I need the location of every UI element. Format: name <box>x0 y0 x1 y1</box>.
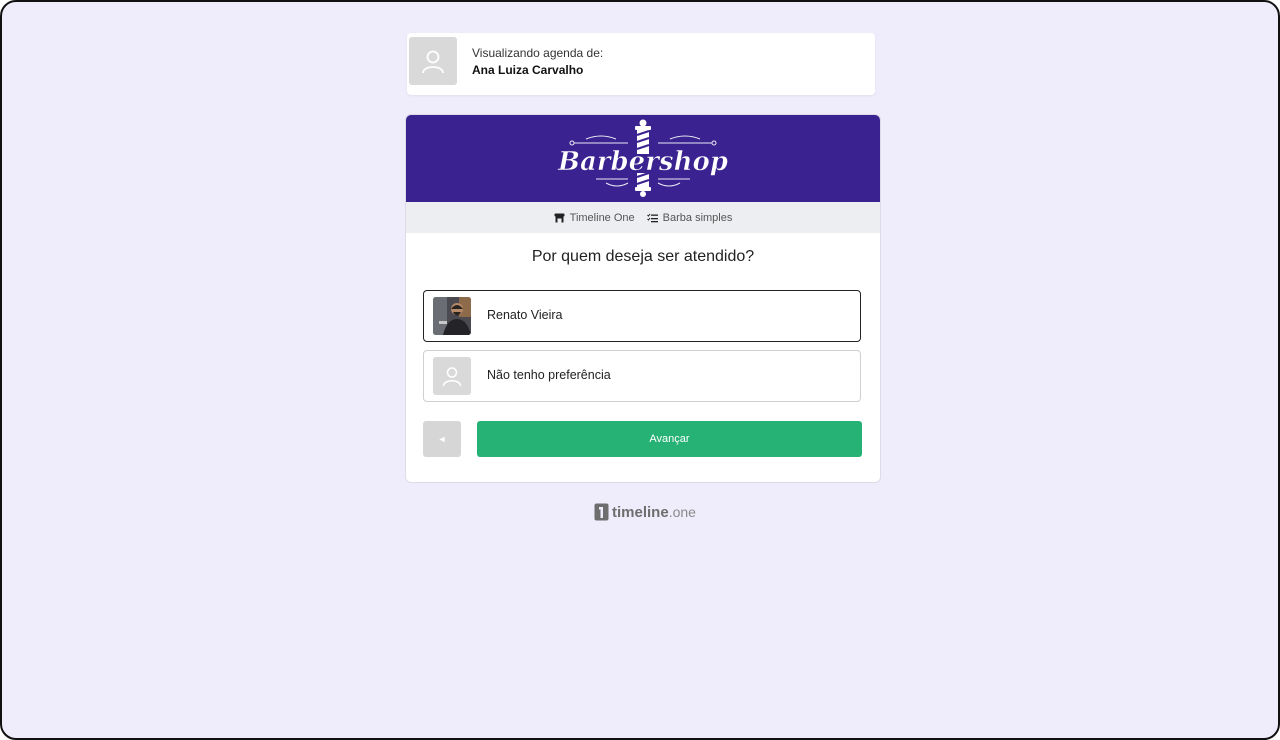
business-info: Timeline One <box>554 212 635 224</box>
option-avatar <box>433 357 471 395</box>
professional-photo <box>433 297 471 335</box>
svg-text:Barbershop: Barbershop <box>557 147 728 177</box>
viewer-name: Ana Luiza Carvalho <box>472 63 584 77</box>
app-frame: Visualizando agenda de: Ana Luiza Carval… <box>0 0 1280 740</box>
professional-option-no-preference[interactable]: Não tenho preferência <box>423 350 861 402</box>
professional-option-renato[interactable]: Renato Vieira <box>423 290 861 342</box>
brand-light: .one <box>668 504 696 520</box>
viewer-card: Visualizando agenda de: Ana Luiza Carval… <box>407 33 875 95</box>
brand-bold: timeline <box>612 503 669 521</box>
viewer-label: Visualizando agenda de: <box>472 46 604 60</box>
barbershop-logo: Barbershop <box>557 119 728 197</box>
back-button[interactable]: ◄ <box>423 421 461 457</box>
footer-brand: timeline .one <box>594 502 696 522</box>
service-info: Barba simples <box>646 211 733 224</box>
booking-card: Barbershop Timeline One Barba simples Po… <box>405 114 881 483</box>
service-name: Barba simples <box>662 211 733 224</box>
user-icon <box>422 50 444 74</box>
store-icon <box>554 213 565 222</box>
banner: Barbershop <box>406 115 880 202</box>
timeline-logo-icon <box>594 503 609 521</box>
person-photo-icon <box>433 297 471 335</box>
viewer-avatar <box>409 37 457 85</box>
next-button[interactable]: Avançar <box>477 421 862 457</box>
question-title: Por quem deseja ser atendido? <box>531 248 755 265</box>
option-label: Renato Vieira <box>487 308 563 322</box>
business-name: Timeline One <box>569 211 635 224</box>
info-bar: Timeline One Barba simples <box>406 202 880 233</box>
option-label: Não tenho preferência <box>487 368 611 382</box>
user-icon <box>442 367 462 387</box>
checklist-icon <box>646 213 658 222</box>
